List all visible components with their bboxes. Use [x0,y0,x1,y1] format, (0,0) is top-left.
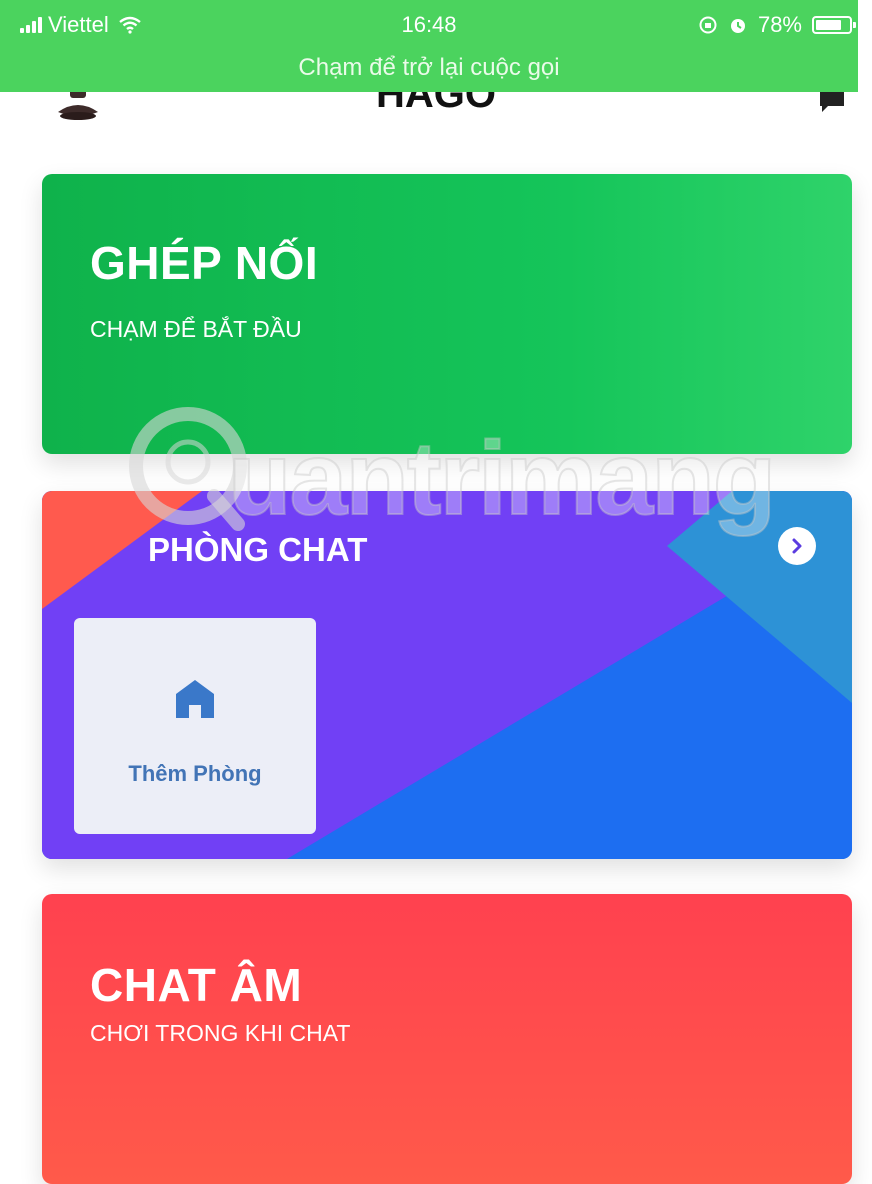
rotation-lock-icon [699,16,717,34]
add-room-label: Thêm Phòng [128,761,262,786]
chat-room-more-button[interactable] [778,527,816,565]
status-bar[interactable]: Viettel 16:48 78% Chạm để trở lại cuộc g… [0,0,858,92]
battery-icon [812,16,856,34]
audio-chat-card[interactable]: CHAT ÂM CHƠI TRONG KHI CHAT [42,894,852,1184]
match-card[interactable]: GHÉP NỐI CHẠM ĐỂ BẮT ĐẦU [42,174,852,454]
add-room-tile[interactable]: Thêm Phòng [74,618,316,834]
app-header: HAGO [0,92,872,142]
chevron-right-icon [792,538,802,554]
alarm-icon [730,19,745,33]
chat-icon[interactable] [818,92,846,114]
match-card-title: GHÉP NỐI [90,237,319,289]
battery-percent: 78% [757,12,802,37]
app-title: HAGO [376,92,496,116]
audio-chat-title: CHAT ÂM [90,959,303,1011]
match-card-subtitle: CHẠM ĐỂ BẮT ĐẦU [90,316,302,342]
return-to-call-banner[interactable]: Chạm để trở lại cuộc gọi [0,54,858,82]
home-icon [176,680,214,718]
chat-room-title: PHÒNG CHAT [148,531,368,568]
audio-chat-subtitle: CHƠI TRONG KHI CHAT [90,1020,351,1046]
status-right-group: 78% [698,12,858,38]
chat-room-card[interactable]: PHÒNG CHAT Thêm Phòng [42,491,852,859]
